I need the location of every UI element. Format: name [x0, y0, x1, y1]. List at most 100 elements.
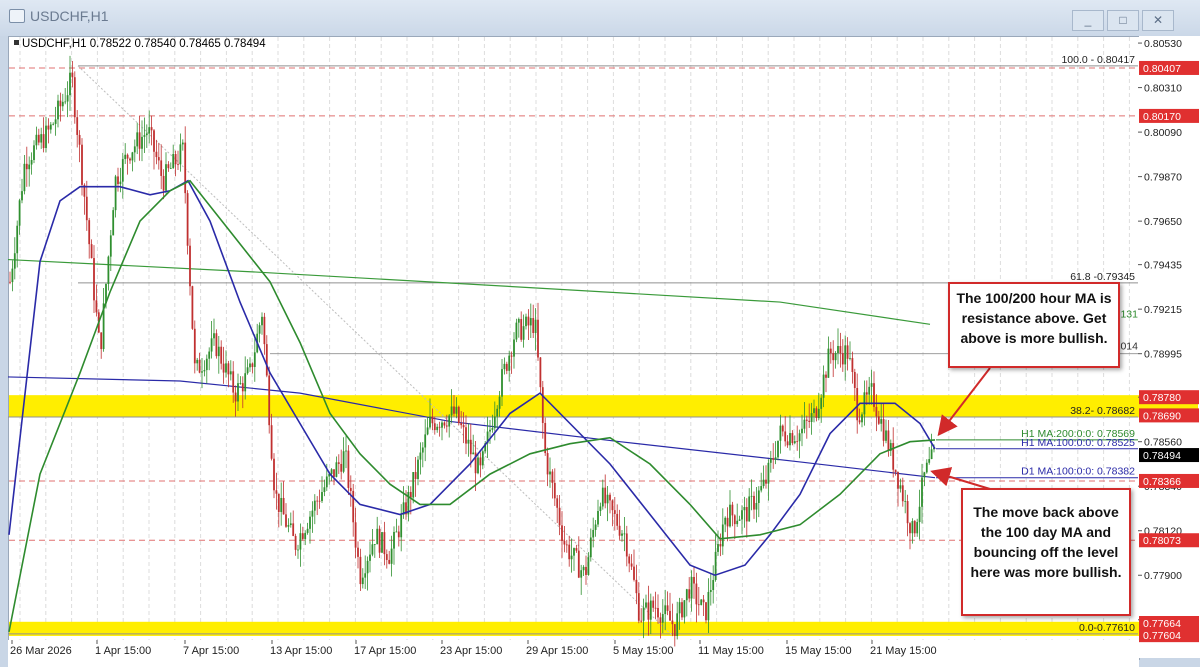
y-tick-label: 0.80310	[1144, 83, 1182, 95]
candle-body	[899, 485, 902, 489]
candle-body	[685, 589, 688, 601]
candle-body	[37, 134, 40, 143]
candle-body	[131, 152, 134, 161]
candle-body	[865, 392, 868, 395]
candle-body	[117, 176, 119, 185]
candle-body	[541, 387, 544, 423]
candle-body	[189, 245, 191, 287]
candle-body	[853, 372, 856, 389]
candle-body	[762, 479, 765, 487]
candle-body	[385, 554, 388, 560]
candle-body	[628, 556, 631, 564]
ma-label: D1 MA:100:0:0: 0.78382	[1021, 466, 1135, 478]
candle-body	[781, 425, 784, 432]
candle-body	[330, 469, 333, 474]
candle-body	[23, 163, 26, 192]
candle-body	[369, 554, 371, 561]
candle-body	[585, 566, 587, 575]
candle-body	[750, 495, 753, 497]
candle-body	[681, 602, 683, 618]
candle-body	[443, 422, 446, 426]
candle-body	[748, 496, 751, 522]
candle-body	[88, 220, 91, 245]
candle-body	[85, 196, 88, 221]
candle-body	[153, 130, 155, 152]
candle-body	[489, 429, 491, 432]
candle-body	[472, 452, 475, 455]
candle-body	[849, 358, 851, 359]
candle-body	[49, 124, 52, 130]
symbol-marker	[14, 40, 19, 45]
candle-body	[193, 328, 196, 364]
candle-body	[803, 419, 806, 429]
candle-body	[630, 563, 633, 567]
candle-body	[861, 414, 863, 423]
candle-body	[909, 523, 911, 534]
candle-body	[467, 439, 470, 444]
candle-body	[397, 531, 400, 538]
candle-body	[582, 566, 585, 571]
candle-body	[904, 501, 907, 502]
candle-body	[556, 498, 559, 508]
candle-body	[789, 433, 791, 446]
candle-body	[784, 431, 787, 442]
candle-body	[594, 524, 597, 530]
candle-body	[107, 256, 110, 285]
candle-body	[501, 369, 503, 397]
candle-body	[606, 494, 609, 504]
candle-body	[261, 316, 263, 326]
candle-body	[911, 521, 914, 534]
candle-body	[114, 176, 117, 211]
candle-body	[697, 604, 700, 606]
candle-body	[136, 132, 139, 147]
candle-body	[100, 332, 103, 350]
candle-body	[213, 333, 215, 339]
candle-body	[64, 101, 67, 103]
candle-body	[553, 482, 556, 499]
candle-body	[719, 544, 722, 547]
candle-body	[702, 599, 705, 603]
price-tag-label: 0.78073	[1143, 535, 1181, 547]
candle-body	[78, 134, 81, 145]
candle-body	[304, 532, 307, 540]
candle-body	[174, 154, 177, 165]
candle-body	[575, 548, 578, 551]
candle-body	[126, 154, 129, 159]
candle-body	[493, 416, 496, 429]
candle-body	[808, 420, 811, 422]
candle-body	[683, 600, 686, 618]
candle-body	[661, 614, 664, 623]
candle-body	[325, 476, 328, 488]
candle-body	[755, 503, 758, 510]
candle-body	[570, 555, 573, 560]
candle-body	[829, 348, 832, 354]
candle-body	[273, 458, 275, 491]
x-tick-label: 7 Apr 15:00	[183, 645, 239, 657]
candle-body	[409, 491, 412, 498]
candle-body	[815, 408, 818, 418]
candle-body	[124, 154, 127, 160]
candle-body	[203, 370, 206, 372]
candle-body	[417, 459, 419, 479]
candle-body	[371, 544, 374, 555]
candle-body	[616, 513, 619, 526]
candle-body	[846, 345, 849, 359]
candle-body	[837, 345, 839, 354]
candle-body	[285, 514, 287, 527]
x-tick-label: 17 Apr 15:00	[354, 645, 416, 657]
candle-body	[925, 462, 928, 473]
candle-body	[508, 355, 511, 371]
candle-body	[431, 416, 434, 424]
candle-body	[921, 477, 923, 507]
candle-body	[150, 127, 153, 131]
partial-label: 131	[1120, 308, 1138, 320]
candle-body	[676, 613, 679, 636]
candle-body	[664, 605, 667, 615]
candle-body	[669, 610, 671, 621]
annotation-support: The move back above the 100 day MA and b…	[961, 488, 1131, 616]
candle-body	[239, 383, 242, 384]
candle-body	[546, 453, 549, 475]
candle-body	[297, 549, 299, 551]
candle-body	[109, 235, 112, 257]
candle-body	[241, 383, 244, 392]
